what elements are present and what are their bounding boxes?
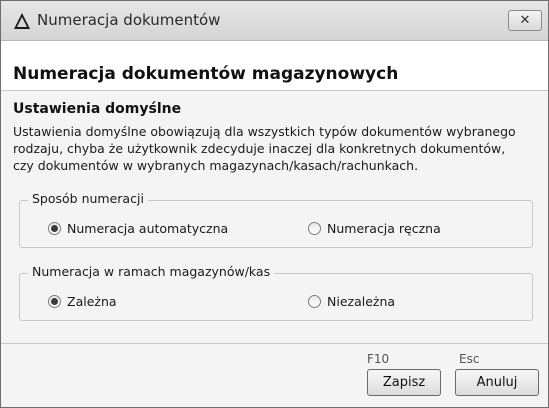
window-title: Numeracja dokumentów <box>37 11 221 29</box>
description-line: rodzaju, chyba że użytkownik zdecyduje i… <box>13 141 506 156</box>
defaults-description: Ustawienia domyślne obowiązują dla wszys… <box>13 123 547 174</box>
defaults-heading: Ustawienia domyślne <box>13 101 182 117</box>
page-title: Numeracja dokumentów magazynowych <box>13 64 399 84</box>
radio-independent[interactable]: Niezależna <box>308 294 395 309</box>
radio-automatic-numbering[interactable]: Numeracja automatyczna <box>48 221 228 236</box>
save-button[interactable]: Zapisz <box>367 369 441 396</box>
radio-checked-icon[interactable] <box>48 295 61 308</box>
dialog-window: Numeracja dokumentów ✕ Numeracja dokumen… <box>0 0 549 408</box>
title-bar[interactable]: Numeracja dokumentów ✕ <box>1 1 548 41</box>
warning-triangle-icon <box>13 12 31 30</box>
cancel-hotkey-hint: Esc <box>459 352 480 366</box>
close-icon: ✕ <box>519 13 531 28</box>
warehouse-numbering-group: Numeracja w ramach magazynów/kas Zależna… <box>19 264 533 321</box>
description-line: Ustawienia domyślne obowiązują dla wszys… <box>13 124 516 139</box>
radio-label: Numeracja ręczna <box>327 221 441 236</box>
radio-label: Numeracja automatyczna <box>67 221 229 236</box>
radio-checked-icon[interactable] <box>48 222 61 235</box>
radio-unchecked-icon[interactable] <box>308 295 321 308</box>
close-button[interactable]: ✕ <box>508 10 542 31</box>
radio-dependent[interactable]: Zależna <box>48 294 117 309</box>
description-line: czy dokumentów w wybranych magazynach/ka… <box>13 158 419 173</box>
footer-divider <box>1 343 548 344</box>
header-section: Numeracja dokumentów magazynowych <box>1 41 548 91</box>
radio-label: Zależna <box>67 294 117 309</box>
save-hotkey-hint: F10 <box>367 352 390 366</box>
numbering-method-group: Sposób numeracji Numeracja automatyczna … <box>19 191 533 248</box>
cancel-button[interactable]: Anuluj <box>455 369 539 396</box>
warehouse-numbering-legend: Numeracja w ramach magazynów/kas <box>28 264 275 279</box>
radio-label: Niezależna <box>327 294 396 309</box>
numbering-method-legend: Sposób numeracji <box>28 191 148 206</box>
radio-manual-numbering[interactable]: Numeracja ręczna <box>308 221 441 236</box>
radio-unchecked-icon[interactable] <box>308 222 321 235</box>
